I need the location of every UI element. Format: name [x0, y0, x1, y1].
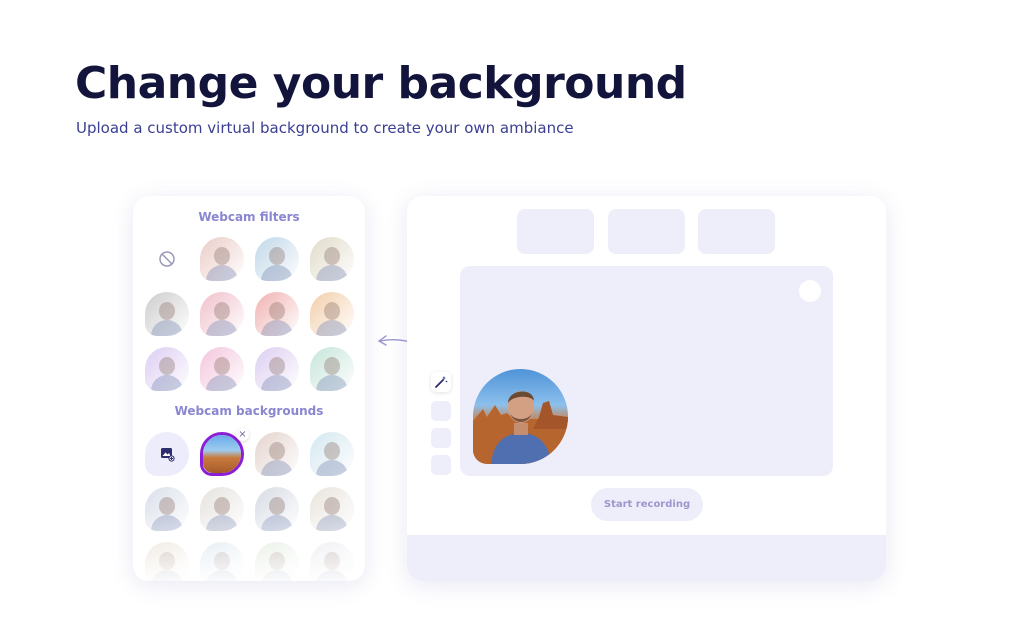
filters-grid: [145, 237, 354, 391]
start-recording-button[interactable]: Start recording: [591, 488, 703, 521]
face-silhouette: [159, 552, 175, 570]
filter-option[interactable]: [145, 292, 189, 336]
face-silhouette: [214, 552, 230, 570]
desert-background-image: [203, 435, 241, 473]
filter-option[interactable]: [255, 237, 299, 281]
side-tool-2[interactable]: [431, 401, 451, 421]
background-option[interactable]: [310, 432, 354, 476]
shoulders-silhouette: [316, 460, 348, 476]
face-silhouette: [269, 302, 285, 320]
shoulders-silhouette: [151, 320, 183, 336]
shoulders-silhouette: [316, 320, 348, 336]
filter-option[interactable]: [255, 347, 299, 391]
shoulders-silhouette: [206, 320, 238, 336]
shoulders-silhouette: [151, 515, 183, 531]
face-silhouette: [269, 552, 285, 570]
face-silhouette: [269, 497, 285, 515]
shoulders-silhouette: [316, 570, 348, 581]
face-silhouette: [214, 302, 230, 320]
face-silhouette: [324, 302, 340, 320]
shoulders-silhouette: [261, 265, 293, 281]
backgrounds-heading: Webcam backgrounds: [174, 404, 324, 418]
background-option[interactable]: [145, 487, 189, 531]
shoulders-silhouette: [316, 265, 348, 281]
no-filter-option[interactable]: [145, 237, 189, 281]
background-option[interactable]: [200, 487, 244, 531]
shoulders-silhouette: [261, 320, 293, 336]
face-silhouette: [159, 357, 175, 375]
bottom-toolbar: [407, 535, 886, 581]
side-tool-4[interactable]: [431, 455, 451, 475]
background-option[interactable]: [310, 487, 354, 531]
filter-option[interactable]: [310, 347, 354, 391]
background-option[interactable]: [255, 432, 299, 476]
face-silhouette: [324, 247, 340, 265]
filters-heading: Webcam filters: [198, 210, 300, 224]
background-option[interactable]: [255, 542, 299, 581]
effects-wand-button[interactable]: [431, 372, 451, 392]
shoulders-silhouette: [151, 570, 183, 581]
filter-option[interactable]: [255, 292, 299, 336]
filter-option[interactable]: [145, 347, 189, 391]
filter-option[interactable]: [310, 292, 354, 336]
face-silhouette: [269, 442, 285, 460]
face-silhouette: [214, 247, 230, 265]
shoulders-silhouette: [206, 375, 238, 391]
remove-background-button[interactable]: ×: [236, 428, 249, 441]
webcam-filters-panel: Webcam filters Webcam backgrounds ×: [133, 196, 365, 581]
face-silhouette: [159, 302, 175, 320]
webcam-bubble[interactable]: [473, 369, 568, 464]
person-avatar: [473, 391, 568, 464]
background-option[interactable]: [145, 542, 189, 581]
background-option[interactable]: [200, 542, 244, 581]
face-silhouette: [324, 357, 340, 375]
upload-background-button[interactable]: [145, 432, 189, 476]
face-silhouette: [159, 497, 175, 515]
shoulders-silhouette: [261, 460, 293, 476]
recorder-window: Start recording: [407, 196, 886, 581]
face-silhouette: [324, 552, 340, 570]
page-title: Change your background: [75, 58, 687, 109]
top-tab-2[interactable]: [608, 209, 685, 254]
upload-image-icon: [161, 448, 175, 462]
side-tool-3[interactable]: [431, 428, 451, 448]
face-silhouette: [324, 442, 340, 460]
no-filter-icon: [159, 251, 175, 267]
filter-option[interactable]: [200, 347, 244, 391]
shoulders-silhouette: [316, 515, 348, 531]
face-silhouette: [214, 497, 230, 515]
background-option[interactable]: [255, 487, 299, 531]
page-subtitle: Upload a custom virtual background to cr…: [76, 119, 574, 137]
face-silhouette: [214, 357, 230, 375]
background-option[interactable]: [310, 542, 354, 581]
shoulders-silhouette: [316, 375, 348, 391]
shoulders-silhouette: [206, 515, 238, 531]
magic-wand-icon: [435, 376, 448, 388]
top-tab-3[interactable]: [698, 209, 775, 254]
shoulders-silhouette: [261, 375, 293, 391]
preview-corner-button[interactable]: [799, 280, 821, 302]
shoulders-silhouette: [206, 570, 238, 581]
shoulders-silhouette: [261, 570, 293, 581]
filter-option[interactable]: [310, 237, 354, 281]
face-silhouette: [269, 357, 285, 375]
filter-option[interactable]: [200, 237, 244, 281]
filter-option[interactable]: [200, 292, 244, 336]
face-silhouette: [269, 247, 285, 265]
shoulders-silhouette: [206, 265, 238, 281]
background-option-selected[interactable]: ×: [200, 428, 249, 476]
backgrounds-grid: ×: [145, 428, 354, 581]
face-silhouette: [324, 497, 340, 515]
shoulders-silhouette: [151, 375, 183, 391]
top-tab-1[interactable]: [517, 209, 594, 254]
shoulders-silhouette: [261, 515, 293, 531]
